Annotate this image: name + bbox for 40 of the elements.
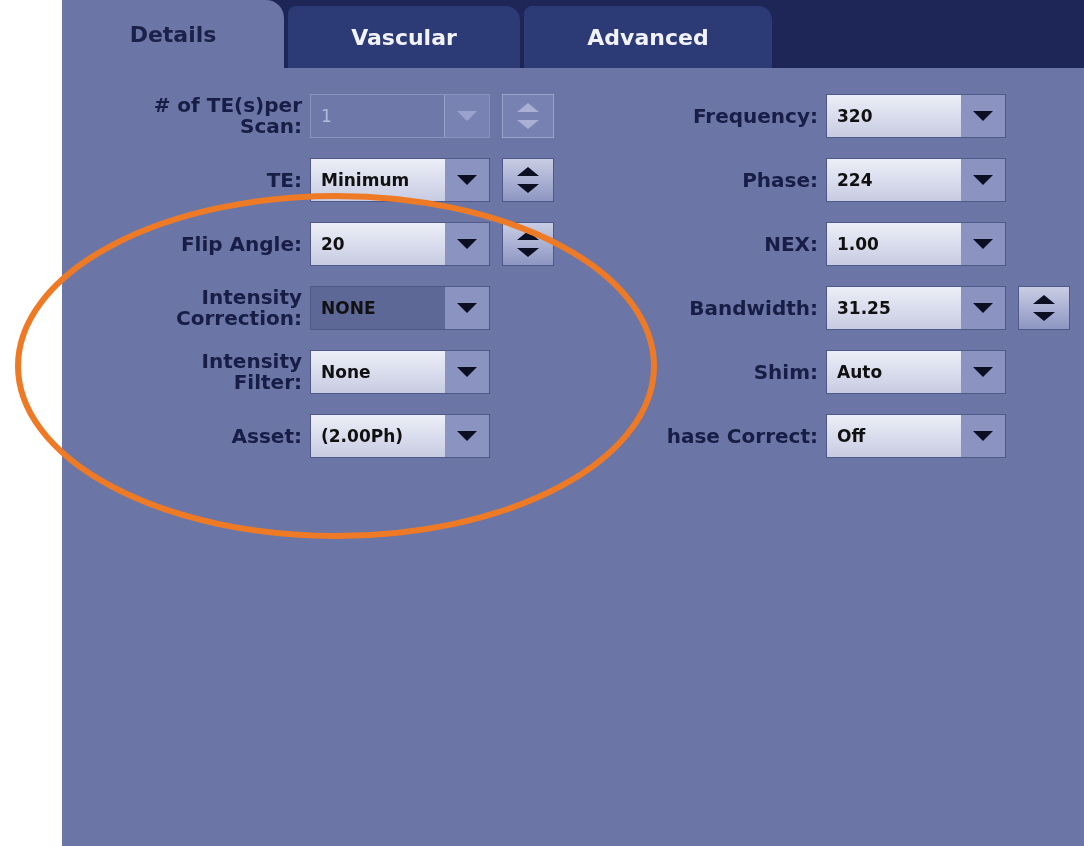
caret-icon bbox=[456, 238, 478, 250]
dropdown[interactable]: Off bbox=[826, 414, 1006, 458]
dropdown[interactable]: Auto bbox=[826, 350, 1006, 394]
caret-icon bbox=[972, 110, 994, 122]
dropdown[interactable]: 224 bbox=[826, 158, 1006, 202]
field-label: # of TE(s)per Scan: bbox=[152, 95, 302, 137]
field-label: Shim: bbox=[752, 361, 818, 383]
spinner-button[interactable] bbox=[502, 158, 554, 202]
caret-icon bbox=[456, 302, 478, 314]
caret-icon bbox=[972, 174, 994, 186]
caret-icon bbox=[456, 174, 478, 186]
dropdown[interactable]: None bbox=[310, 350, 490, 394]
caret-icon bbox=[456, 366, 478, 378]
field-label: Intensity Correction: bbox=[175, 287, 302, 329]
dropdown[interactable]: (2.00Ph) bbox=[310, 414, 490, 458]
tab[interactable]: Advanced bbox=[524, 6, 772, 68]
tab[interactable]: Vascular bbox=[288, 6, 520, 68]
field-label: NEX: bbox=[763, 233, 818, 255]
field-label: Bandwidth: bbox=[688, 297, 818, 319]
caret-icon bbox=[972, 238, 994, 250]
field-label: Asset: bbox=[230, 425, 302, 447]
dropdown[interactable]: 320 bbox=[826, 94, 1006, 138]
caret-icon bbox=[456, 110, 478, 122]
dropdown[interactable]: Minimum bbox=[310, 158, 490, 202]
caret-icon bbox=[972, 302, 994, 314]
caret-icon bbox=[972, 366, 994, 378]
dropdown[interactable]: NONE bbox=[310, 286, 490, 330]
dropdown[interactable]: 20 bbox=[310, 222, 490, 266]
field-label: Frequency: bbox=[691, 105, 818, 127]
dropdown[interactable]: 1.00 bbox=[826, 222, 1006, 266]
field-label: Intensity Filter: bbox=[200, 351, 302, 393]
spinner-button[interactable] bbox=[1018, 286, 1070, 330]
caret-icon bbox=[972, 430, 994, 442]
caret-icon bbox=[456, 430, 478, 442]
field-label: Flip Angle: bbox=[179, 233, 302, 255]
dropdown[interactable]: 31.25 bbox=[826, 286, 1006, 330]
field-label: hase Correct: bbox=[665, 425, 818, 447]
field-label: TE: bbox=[265, 169, 302, 191]
tab[interactable]: Details bbox=[62, 0, 284, 68]
field-label: Phase: bbox=[741, 169, 818, 191]
